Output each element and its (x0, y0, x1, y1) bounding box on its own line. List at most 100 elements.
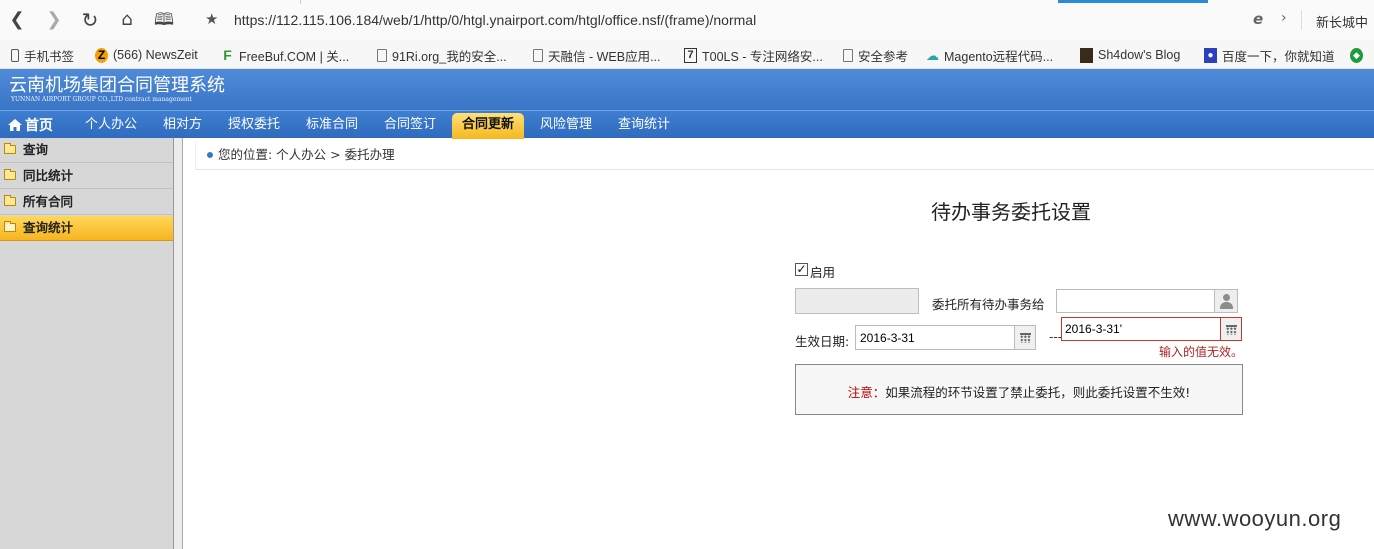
menu-item-home[interactable]: 首页 (8, 116, 53, 138)
select-person-button[interactable] (1214, 289, 1238, 313)
bookmark-item[interactable]: Z (566) NewsZeit (95, 46, 198, 64)
person-icon (1223, 294, 1230, 301)
sidebar-item-label: 所有合同 (23, 194, 74, 209)
start-date-input[interactable] (855, 325, 1015, 350)
app-header: 云南机场集团合同管理系统 YUNNAN AIRPORT GROUP CO.,LT… (0, 69, 1374, 110)
notice-box: 注意：如果流程的环节设置了禁止委托，则此委托设置不生效! (795, 364, 1243, 415)
t00ls-icon: 7 (684, 47, 697, 63)
menu-label: 首页 (25, 118, 53, 134)
end-date-calendar-button[interactable] (1220, 317, 1242, 341)
sidebar-item-yoy-stats[interactable]: 同比统计 (0, 164, 173, 189)
bookmark-item[interactable]: 7 T00LS - 专注网络安... (684, 46, 823, 64)
sidebar-item-all-contracts[interactable]: 所有合同 (0, 190, 173, 215)
menu-item-risk-management[interactable]: 风险管理 (540, 115, 592, 137)
bookmark-label: Sh4dow's Blog (1098, 48, 1181, 62)
sidebar-item-query[interactable]: 查询 (0, 138, 173, 163)
delegate-label: 委托所有待办事务给 (932, 297, 1045, 312)
folder-icon (4, 221, 16, 232)
start-date-calendar-button[interactable] (1014, 325, 1036, 350)
enable-checkbox[interactable]: ✓ (795, 263, 808, 276)
toolbar-divider (1301, 10, 1302, 30)
sidebar-splitter[interactable] (174, 138, 183, 549)
end-date-input[interactable] (1061, 317, 1221, 341)
bookmark-item[interactable]: 天融信 - WEB应用... (533, 46, 661, 64)
active-tab-indicator[interactable] (1058, 0, 1208, 3)
menu-item-personal-office[interactable]: 个人办公 (85, 115, 137, 137)
bookmark-item[interactable]: 手机书签 (11, 46, 74, 64)
bookmark-label: FreeBuf.COM | 关... (239, 49, 350, 64)
folder-icon (4, 169, 16, 180)
address-bar[interactable]: https://112.115.106.184/web/1/http/0/htg… (234, 12, 756, 28)
notice-text: 注意：如果流程的环节设置了禁止委托，则此委托设置不生效! (796, 382, 1242, 401)
app-subtitle: YUNNAN AIRPORT GROUP CO.,LTD contract ma… (11, 96, 192, 103)
main-menu: 首页 个人办公 相对方 授权委托 标准合同 合同签订 合同更新 风险管理 查询统… (0, 110, 1374, 139)
bookmarks-bar: 手机书签 Z (566) NewsZeit F FreeBuf.COM | 关...… (0, 40, 1374, 69)
home-icon[interactable]: ⌂ (116, 9, 138, 31)
bookmark-overflow[interactable]: ◆ (1350, 46, 1368, 64)
bookmark-label: (566) NewsZeit (113, 48, 198, 62)
page-title: 待办事务委托设置 (931, 200, 1091, 224)
notice-prefix: 注意： (847, 385, 886, 400)
reader-view-icon[interactable]: 🕮 (153, 9, 175, 31)
newszeit-icon: Z (95, 47, 108, 63)
browser-nav-bar: ❮ ❯ ↻ ⌂ 🕮 ★ https://112.115.106.184/web/… (0, 0, 1374, 40)
enable-label: 启用 (810, 265, 836, 280)
breadcrumb: 您的位置: 个人办公 > 委托办理 (195, 141, 1374, 170)
delegate-input[interactable] (1056, 289, 1215, 313)
bookmark-item[interactable]: 安全参考 (843, 46, 908, 64)
menu-item-contract-update[interactable]: 合同更新 (452, 113, 525, 139)
toolbar-search-label[interactable]: 新长城中 (1316, 12, 1368, 31)
bookmark-label: 天融信 - WEB应用... (548, 49, 661, 64)
calendar-icon (1020, 333, 1031, 343)
house-icon (8, 119, 22, 131)
menu-item-query-statistics[interactable]: 查询统计 (618, 115, 670, 137)
bookmark-label: Magento远程代码... (944, 49, 1054, 64)
bookmark-overflow-icon: ◆ (1350, 47, 1363, 63)
forward-icon[interactable]: ❯ (43, 9, 65, 31)
start-date-label: 生效日期: (795, 334, 850, 349)
calendar-icon (1226, 325, 1237, 335)
bookmark-label: 安全参考 (858, 49, 909, 64)
bullet-icon (207, 152, 213, 158)
sidebar: 查询 同比统计 所有合同 查询统计 (0, 138, 174, 549)
folder-icon (4, 195, 16, 206)
sidebar-item-label: 查询统计 (23, 220, 74, 235)
validation-error: 输入的值无效。 (1159, 345, 1244, 359)
bookmark-item[interactable]: Sh4dow's Blog (1080, 46, 1180, 64)
page-icon (533, 48, 543, 62)
notice-message: 如果流程的环节设置了禁止委托，则此委托设置不生效! (885, 385, 1191, 400)
watermark: www.wooyun.org (1168, 506, 1342, 531)
app-title: 云南机场集团合同管理系统 (9, 75, 225, 96)
page-icon (843, 48, 853, 62)
sidebar-item-label: 查询 (23, 142, 49, 157)
bookmark-item[interactable]: ☁ Magento远程代码... (926, 46, 1053, 64)
folder-icon (4, 143, 16, 154)
menu-item-standard-contract[interactable]: 标准合同 (306, 115, 358, 137)
bookmark-label: 手机书签 (24, 49, 75, 64)
breadcrumb-text: 您的位置: 个人办公 > 委托办理 (218, 147, 395, 162)
favorite-star-icon[interactable]: ★ (205, 10, 218, 28)
menu-item-counterparty[interactable]: 相对方 (163, 115, 202, 137)
bookmark-label: T00LS - 专注网络安... (702, 49, 823, 64)
baidu-icon: ● (1204, 47, 1217, 63)
blog-icon (1080, 47, 1093, 63)
cloud-icon: ☁ (926, 47, 939, 63)
bookmark-label: 百度一下，你就知道 (1222, 49, 1335, 64)
person-icon-body (1220, 302, 1233, 309)
bookmark-item[interactable]: 91Ri.org_我的安全... (377, 46, 507, 64)
tab-divider (300, 0, 301, 4)
sidebar-item-query-statistics[interactable]: 查询统计 (0, 216, 173, 241)
ie-compat-icon[interactable]: e (1253, 10, 1263, 28)
page-icon (377, 48, 387, 62)
bookmark-item[interactable]: ● 百度一下，你就知道 (1204, 46, 1335, 64)
freebuf-icon: F (223, 46, 232, 63)
phone-icon (11, 48, 19, 62)
back-icon[interactable]: ❮ (6, 9, 28, 31)
menu-item-contract-signing[interactable]: 合同签订 (384, 115, 436, 137)
delegator-field (795, 288, 919, 314)
bookmark-item[interactable]: F FreeBuf.COM | 关... (221, 46, 349, 64)
sidebar-item-label: 同比统计 (23, 168, 74, 183)
reload-icon[interactable]: ↻ (79, 9, 101, 31)
chevron-right-icon[interactable]: › (1281, 10, 1287, 26)
menu-item-authorization[interactable]: 授权委托 (228, 115, 280, 137)
